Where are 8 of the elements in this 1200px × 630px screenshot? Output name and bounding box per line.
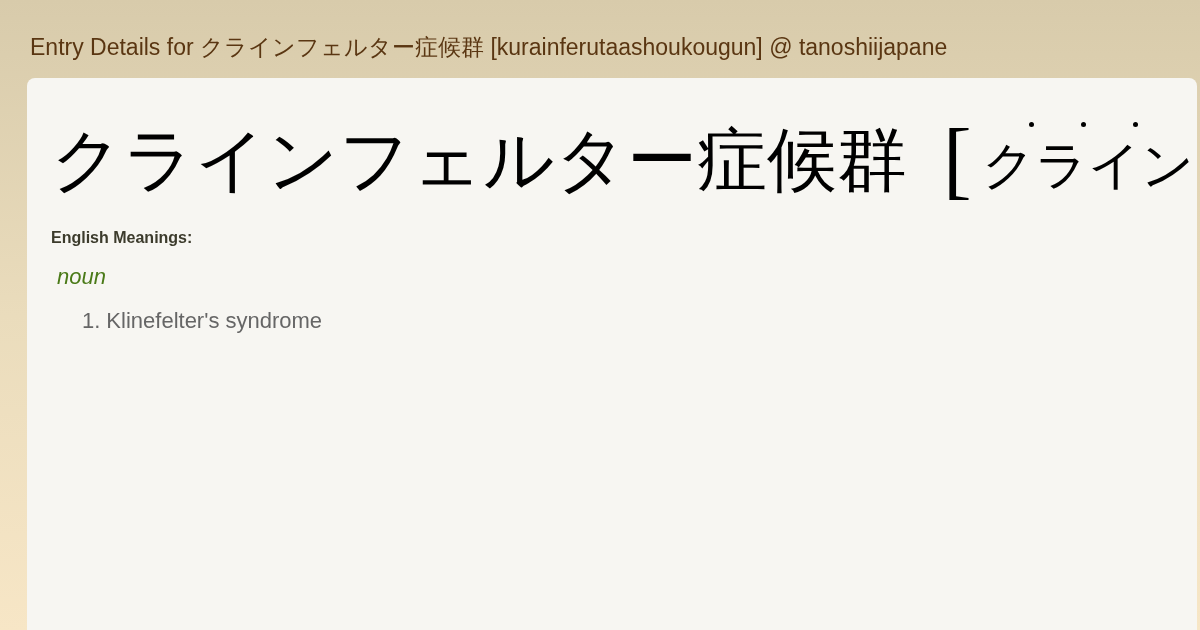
meanings-label: English Meanings: — [51, 230, 193, 246]
part-of-speech: noun — [57, 266, 106, 288]
meaning-text: Klinefelter's syndrome — [106, 310, 323, 332]
entry-word: クラインフェルター症候群 — [51, 126, 907, 196]
reading-bracket: [ — [943, 116, 972, 202]
entry-reading: クライン — [981, 140, 1194, 192]
list-number: 1. — [82, 310, 101, 332]
page-title: Entry Details for クラインフェルター症候群 [kurainferutaashoukougun] @ tanoshiijapane — [30, 35, 948, 59]
